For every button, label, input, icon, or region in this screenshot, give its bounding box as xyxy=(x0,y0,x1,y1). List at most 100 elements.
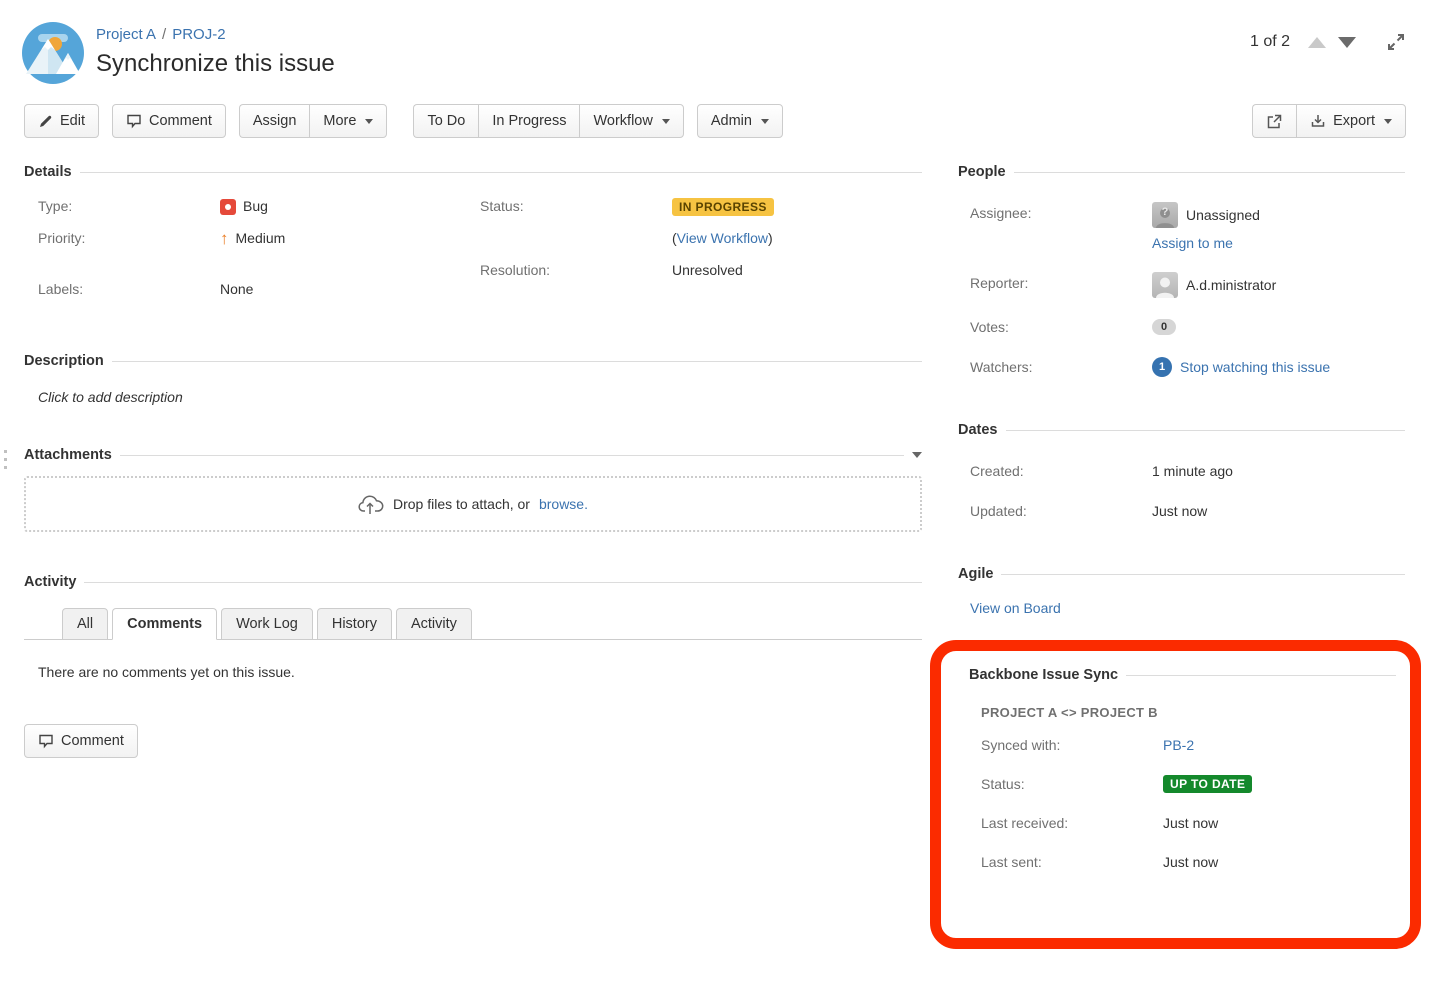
description-placeholder[interactable]: Click to add description xyxy=(38,389,922,405)
share-button[interactable] xyxy=(1252,104,1296,138)
cloud-upload-icon xyxy=(358,493,384,515)
tab-all[interactable]: All xyxy=(62,608,108,640)
dates-module: Dates Created: 1 minute ago Updated: Jus… xyxy=(958,422,1405,522)
assign-to-me-link[interactable]: Assign to me xyxy=(1152,232,1233,254)
watchers-badge[interactable]: 1 xyxy=(1152,357,1172,377)
backbone-sync-module: Backbone Issue Sync PROJECT A <> PROJECT… xyxy=(969,667,1396,873)
annotation-highlight-box: Backbone Issue Sync PROJECT A <> PROJECT… xyxy=(930,640,1421,949)
browse-link[interactable]: browse. xyxy=(539,496,588,512)
details-module: Details Type: Bug Priority: ↑Medium Labe… xyxy=(24,164,922,311)
more-button[interactable]: More xyxy=(309,104,387,138)
comment-button[interactable]: Comment xyxy=(112,104,226,138)
stop-watching-link[interactable]: Stop watching this issue xyxy=(1180,356,1330,378)
speech-bubble-icon xyxy=(38,733,54,749)
updated-field: Updated: Just now xyxy=(970,500,1405,522)
assign-button[interactable]: Assign xyxy=(239,104,310,138)
reporter-avatar-icon xyxy=(1152,272,1178,298)
assignee-value: Unassigned xyxy=(1186,204,1260,226)
no-comments-message: There are no comments yet on this issue. xyxy=(38,664,922,680)
description-module: Description Click to add description xyxy=(24,353,922,405)
attachments-heading: Attachments xyxy=(24,447,112,463)
sync-status-field: Status: UP TO DATE xyxy=(981,773,1396,795)
edit-button[interactable]: Edit xyxy=(24,104,99,138)
expand-icon[interactable] xyxy=(1386,32,1406,52)
description-heading: Description xyxy=(24,353,104,369)
tab-activity[interactable]: Activity xyxy=(396,608,472,640)
tab-comments[interactable]: Comments xyxy=(112,608,217,640)
last-sent-field: Last sent: Just now xyxy=(981,851,1396,873)
synced-with-field: Synced with: PB-2 xyxy=(981,734,1396,756)
page-title: Synchronize this issue xyxy=(96,50,335,78)
created-field: Created: 1 minute ago xyxy=(970,460,1405,482)
breadcrumb-issue-link[interactable]: PROJ-2 xyxy=(172,26,225,43)
votes-field: Votes: 0 xyxy=(970,316,1405,338)
issue-header: Project A/PROJ-2 Synchronize this issue … xyxy=(0,0,1430,84)
resolution-value: Unresolved xyxy=(672,260,743,281)
sync-connection-label: PROJECT A <> PROJECT B xyxy=(981,705,1396,720)
activity-heading: Activity xyxy=(24,574,76,590)
last-received-value: Just now xyxy=(1163,812,1218,834)
resolution-field: Resolution: Unresolved xyxy=(480,260,922,281)
bug-type-icon xyxy=(220,199,236,215)
last-received-field: Last received: Just now xyxy=(981,812,1396,834)
share-icon xyxy=(1266,113,1283,130)
chevron-down-icon xyxy=(761,119,769,124)
priority-field: Priority: ↑Medium xyxy=(38,228,480,249)
view-workflow-link[interactable]: View Workflow xyxy=(677,228,768,249)
status-badge: IN PROGRESS xyxy=(672,198,774,216)
view-workflow-row: (View Workflow) xyxy=(480,228,922,249)
issue-toolbar: Edit Comment Assign More To Do In Progre… xyxy=(24,104,1406,138)
sync-status-badge: UP TO DATE xyxy=(1163,775,1252,793)
labels-value: None xyxy=(220,279,253,300)
project-avatar[interactable] xyxy=(22,22,84,84)
assign-more-group: Assign More xyxy=(239,104,388,138)
agile-module: Agile View on Board xyxy=(958,566,1405,616)
status-field: Status: IN PROGRESS xyxy=(480,196,922,217)
todo-transition-button[interactable]: To Do xyxy=(413,104,478,138)
chevron-down-icon xyxy=(1384,119,1392,124)
reporter-value: A.d.ministrator xyxy=(1186,274,1276,296)
type-value: Bug xyxy=(243,196,268,217)
panel-resize-handle[interactable] xyxy=(4,450,7,469)
tab-history[interactable]: History xyxy=(317,608,392,640)
labels-field: Labels: None xyxy=(38,279,480,300)
view-on-board-link[interactable]: View on Board xyxy=(970,600,1061,616)
comment-footer-button[interactable]: Comment xyxy=(24,724,138,758)
admin-button[interactable]: Admin xyxy=(697,104,783,138)
issue-pager: 1 of 2 xyxy=(1250,22,1406,52)
dates-heading: Dates xyxy=(958,422,998,438)
priority-value: Medium xyxy=(236,228,286,249)
synced-issue-link[interactable]: PB-2 xyxy=(1163,734,1194,756)
activity-tabs: All Comments Work Log History Activity xyxy=(24,608,922,640)
workflow-button[interactable]: Workflow xyxy=(579,104,683,138)
attachments-menu-icon[interactable] xyxy=(912,452,922,458)
people-module: People Assignee: ? xyxy=(958,164,1405,378)
in-progress-transition-button[interactable]: In Progress xyxy=(478,104,579,138)
details-heading: Details xyxy=(24,164,72,180)
attachments-module: Attachments Drop files to attach, or bro… xyxy=(24,447,922,532)
tab-work-log[interactable]: Work Log xyxy=(221,608,313,640)
unassigned-avatar-icon: ? xyxy=(1152,202,1178,228)
svg-text:?: ? xyxy=(1162,206,1169,218)
speech-bubble-icon xyxy=(126,113,142,129)
pencil-icon xyxy=(38,114,53,129)
dropzone-text: Drop files to attach, or xyxy=(393,496,530,512)
type-field: Type: Bug xyxy=(38,196,480,217)
backbone-heading: Backbone Issue Sync xyxy=(969,667,1118,683)
assign-to-me-row: Assign to me xyxy=(970,232,1405,254)
created-value: 1 minute ago xyxy=(1152,460,1233,482)
people-heading: People xyxy=(958,164,1006,180)
workflow-transition-group: To Do In Progress Workflow xyxy=(413,104,683,138)
chevron-down-icon xyxy=(662,119,670,124)
previous-issue-icon[interactable] xyxy=(1308,37,1326,48)
activity-module: Activity All Comments Work Log History A… xyxy=(24,574,922,680)
reporter-field: Reporter: A.d.ministrator xyxy=(970,272,1405,298)
breadcrumb-separator: / xyxy=(162,26,166,43)
votes-badge[interactable]: 0 xyxy=(1152,319,1176,335)
breadcrumb-project-link[interactable]: Project A xyxy=(96,26,156,43)
attachments-dropzone[interactable]: Drop files to attach, or browse. xyxy=(24,476,922,532)
agile-heading: Agile xyxy=(958,566,993,582)
next-issue-icon[interactable] xyxy=(1338,37,1356,48)
export-button[interactable]: Export xyxy=(1296,104,1406,138)
share-export-group: Export xyxy=(1252,104,1406,138)
